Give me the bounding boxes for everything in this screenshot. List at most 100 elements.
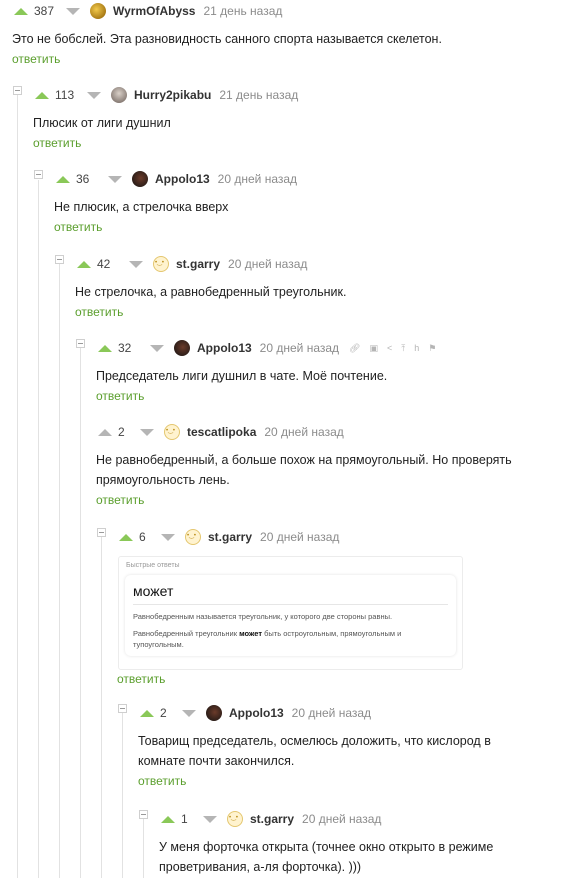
collapse-toggle[interactable] [13, 86, 22, 95]
avatar[interactable] [153, 256, 169, 272]
share-icon[interactable]: < [387, 343, 392, 353]
comment-author[interactable]: st.garry [250, 812, 294, 826]
avatar[interactable] [132, 171, 148, 187]
downvote-icon[interactable] [66, 7, 80, 15]
comment-text: Председатель лиги душнил в чате. Моё поч… [96, 369, 388, 383]
reply-link[interactable]: ответить [54, 220, 562, 234]
quick-answers-label: Быстрые ответы [126, 562, 180, 569]
comment-rating: 42 [97, 257, 111, 271]
reply-link[interactable]: ответить [117, 672, 165, 686]
reply-link[interactable]: ответить [138, 774, 562, 788]
comment-time[interactable]: 20 дней назад [218, 172, 297, 186]
comment-rating: 2 [118, 425, 125, 439]
report-flag-icon[interactable]: ⚑ [428, 343, 436, 354]
collapse-toggle[interactable] [55, 255, 64, 264]
comment-time[interactable]: 20 дней назад [302, 812, 381, 826]
thread-line [80, 348, 81, 878]
comment: 2 Appolo13 20 дней назад Товарищ председ… [138, 703, 562, 788]
collapse-toggle[interactable] [34, 170, 43, 179]
quick-answer-line: Равнобедренный треугольник может быть ос… [133, 629, 402, 649]
comment: 42 st.garry 20 дней назад Не стрелочка, … [75, 254, 562, 319]
upvote-icon[interactable] [14, 7, 28, 15]
avatar[interactable] [185, 529, 201, 545]
thread-line [17, 95, 18, 878]
comment-rating: 36 [76, 172, 90, 186]
downvote-icon[interactable] [140, 428, 154, 436]
comment: 32 Appolo13 20 дней назад 🔗︎ ▣ < ⤒ h ⚑ П… [96, 338, 562, 403]
comment-text: У меня форточка открыта (точнее окно отк… [159, 840, 494, 874]
comment-text: Это не бобслей. Эта разновидность санног… [12, 32, 442, 46]
comment-author[interactable]: tescatlipoka [187, 425, 256, 439]
hide-icon[interactable]: h [414, 343, 419, 353]
quick-answer-line: Равнобедренным называется треугольник, у… [133, 612, 393, 621]
reply-link[interactable]: ответить [96, 389, 562, 403]
downvote-icon[interactable] [161, 533, 175, 541]
comment-author[interactable]: Appolo13 [229, 706, 284, 720]
reply-link[interactable]: ответить [33, 136, 562, 150]
comment-text: Плюсик от лиги душнил [33, 116, 171, 130]
upvote-icon[interactable] [98, 344, 112, 352]
collapse-toggle[interactable] [76, 339, 85, 348]
downvote-icon[interactable] [150, 344, 164, 352]
comment-rating: 6 [139, 530, 146, 544]
downvote-icon[interactable] [108, 175, 122, 183]
thread-line [101, 537, 102, 878]
comment-time[interactable]: 21 день назад [203, 4, 282, 18]
comment-author[interactable]: Appolo13 [197, 341, 252, 355]
comment-rating: 1 [181, 812, 188, 826]
downvote-icon[interactable] [129, 260, 143, 268]
upvote-icon[interactable] [119, 533, 133, 541]
upvote-icon[interactable] [161, 815, 175, 823]
downvote-icon[interactable] [87, 91, 101, 99]
collapse-toggle[interactable] [118, 704, 127, 713]
comment: 36 Appolo13 20 дней назад Не плюсик, а с… [54, 169, 562, 234]
upvote-icon[interactable] [77, 260, 91, 268]
link-icon[interactable]: 🔗︎ [349, 343, 360, 354]
save-icon[interactable]: ▣ [369, 343, 378, 354]
avatar[interactable] [227, 811, 243, 827]
collapse-toggle[interactable] [139, 810, 148, 819]
thread-line [122, 713, 123, 878]
comment: 6 st.garry 20 дней назад [119, 527, 562, 547]
upvote-icon[interactable] [140, 709, 154, 717]
upvote-icon[interactable] [56, 175, 70, 183]
comment-author[interactable]: st.garry [176, 257, 220, 271]
comment: 2 tescatlipoka 20 дней назад Не равнобед… [96, 422, 562, 507]
avatar[interactable] [164, 424, 180, 440]
reply-link[interactable]: ответить [75, 305, 562, 319]
comment-time[interactable]: 20 дней назад [228, 257, 307, 271]
comment-time[interactable]: 20 дней назад [292, 706, 371, 720]
collapse-toggle[interactable] [97, 528, 106, 537]
comment: 387 WyrmOfAbyss 21 день назад Это не боб… [12, 1, 562, 66]
comment-image[interactable]: Быстрые ответы может Равнобедренным назы… [118, 556, 463, 670]
comment-author[interactable]: WyrmOfAbyss [113, 4, 195, 18]
upvote-icon[interactable] [98, 428, 112, 436]
comment-author[interactable]: st.garry [208, 530, 252, 544]
avatar[interactable] [111, 87, 127, 103]
comment-time[interactable]: 20 дней назад [264, 425, 343, 439]
avatar[interactable] [206, 705, 222, 721]
comment-author[interactable]: Appolo13 [155, 172, 210, 186]
comment-time[interactable]: 21 день назад [219, 88, 298, 102]
comment-text: Не стрелочка, а равнобедренный треугольн… [75, 285, 347, 299]
comment-rating: 113 [55, 88, 75, 102]
comment: 1 st.garry 20 дней назад У меня форточка… [159, 809, 562, 877]
downvote-icon[interactable] [203, 815, 217, 823]
comment-rating: 2 [160, 706, 167, 720]
comment-text: Товарищ председатель, осмелюсь доложить,… [138, 734, 491, 768]
downvote-icon[interactable] [182, 709, 196, 717]
thread-line [38, 180, 39, 878]
upvote-icon[interactable] [35, 91, 49, 99]
comment-actions: 🔗︎ ▣ < ⤒ h ⚑ [349, 343, 436, 354]
comment-text: Не равнобедренный, а больше похож на пря… [96, 453, 512, 487]
comment-time[interactable]: 20 дней назад [260, 530, 339, 544]
reply-link[interactable]: ответить [96, 493, 562, 507]
thread-line [143, 819, 144, 878]
comment-time[interactable]: 20 дней назад [260, 341, 339, 355]
avatar[interactable] [174, 340, 190, 356]
scroll-up-icon[interactable]: ⤒ [401, 343, 405, 354]
comment-author[interactable]: Hurry2pikabu [134, 88, 211, 102]
comment: 113 Hurry2pikabu 21 день назад Плюсик от… [33, 85, 562, 150]
avatar[interactable] [90, 3, 106, 19]
reply-link[interactable]: ответить [12, 52, 562, 66]
